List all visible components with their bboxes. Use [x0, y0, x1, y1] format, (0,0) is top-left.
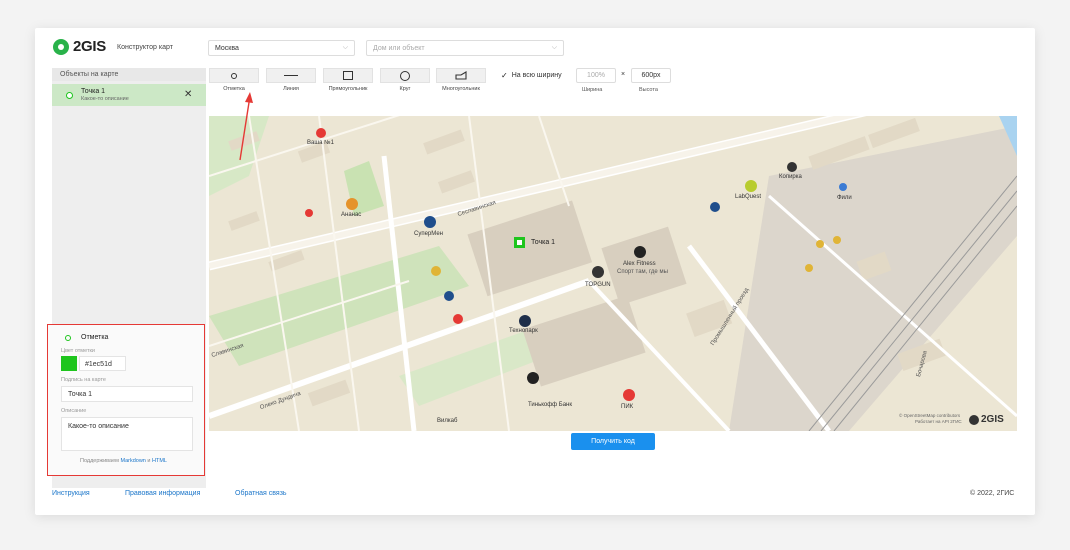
tool-marker-button[interactable]	[209, 68, 259, 83]
width-label: Ширина	[582, 87, 603, 93]
footer-link-instructions[interactable]: Инструкция	[52, 490, 90, 497]
markdown-support-note: Поддерживаем Markdown и HTML	[80, 458, 167, 464]
city-select[interactable]: Москва ⌵	[208, 40, 355, 56]
poi-label[interactable]: СуперМен	[414, 231, 443, 237]
times-sign: ×	[621, 71, 626, 78]
polygon-icon	[455, 71, 467, 80]
map-canvas	[209, 116, 1017, 431]
poi-label[interactable]: ПИК	[621, 404, 633, 410]
poi-label[interactable]: Тинькофф Банк	[528, 402, 572, 408]
poi-label[interactable]: Ваша №1	[307, 140, 334, 146]
logo[interactable]: 2GIS	[53, 38, 106, 55]
logo-text: 2GIS	[73, 38, 106, 55]
app-card: 2GIS Конструктор карт Москва ⌵ Дом или о…	[35, 28, 1035, 515]
poi-label[interactable]: TOPGUN	[585, 282, 611, 288]
tool-circle-label: Круг	[399, 86, 411, 92]
search-placeholder: Дом или объект	[373, 44, 425, 52]
sidebar-item-point[interactable]: Точка 1 Какое-то описание ✕	[52, 84, 206, 106]
map-attribution[interactable]: © OpenStreetMap contributors	[899, 413, 960, 418]
tool-rectangle-label: Прямоугольник	[328, 86, 368, 92]
tool-line-label: Линия	[283, 86, 299, 92]
description-textarea[interactable]: Какое-то описание	[61, 417, 193, 451]
width-input[interactable]: 100%	[576, 68, 616, 83]
poi-label[interactable]: Технопарк	[509, 328, 538, 334]
map-2gis-logo: 2GIS	[981, 414, 1004, 425]
circle-icon	[400, 70, 410, 81]
panel-type-label: Отметка	[81, 334, 109, 341]
poi-label[interactable]: LabQuest	[735, 194, 761, 200]
poi-label[interactable]: Фили	[837, 195, 852, 201]
height-input[interactable]: 600px	[631, 68, 671, 83]
search-input[interactable]: Дом или объект ⌵	[366, 40, 564, 56]
support-prefix: Поддерживаем	[80, 458, 119, 464]
tool-polygon-button[interactable]	[436, 68, 486, 83]
caption-input[interactable]: Точка 1	[61, 386, 193, 402]
color-swatch[interactable]	[61, 356, 77, 371]
get-code-button[interactable]: Получить код	[571, 433, 655, 450]
poi-label[interactable]: Копирка	[779, 174, 802, 180]
tool-rectangle-button[interactable]	[323, 68, 373, 83]
poi-label[interactable]: Спорт там, где мы	[617, 269, 668, 275]
square-icon	[343, 71, 353, 80]
2gis-logo-icon	[53, 38, 69, 55]
chevron-down-icon: ⌵	[551, 44, 557, 51]
poi-label-point-1[interactable]: Точка 1	[531, 239, 555, 246]
map-attribution-api[interactable]: Работает на API 2ГИС	[915, 419, 962, 424]
tool-line-button[interactable]	[266, 68, 316, 83]
item-title: Точка 1	[81, 88, 106, 95]
city-value: Москва	[215, 44, 239, 52]
app-subtitle: Конструктор карт	[117, 44, 173, 51]
html-link[interactable]: HTML	[152, 458, 167, 464]
check-icon: ✓	[501, 71, 508, 80]
full-width-checkbox[interactable]: ✓ На всю ширину	[501, 71, 562, 80]
poi-label[interactable]: Вилкаб	[437, 418, 457, 424]
full-width-label: На всю ширину	[511, 72, 562, 79]
marker-icon	[66, 92, 73, 99]
copyright: © 2022, 2ГИС	[970, 490, 1015, 497]
circle-dot-icon	[231, 72, 237, 79]
map-view[interactable]: Ваша №1 Ананас СуперМен Точка 1 Alex Fit…	[209, 116, 1017, 431]
marker-icon	[65, 335, 71, 341]
description-label: Описание	[61, 408, 87, 414]
tool-circle-button[interactable]	[380, 68, 430, 83]
color-input[interactable]: #1ec51d	[79, 356, 126, 371]
caption-label: Подпись на карте	[61, 377, 106, 383]
close-icon[interactable]: ✕	[184, 89, 192, 100]
height-label: Высота	[639, 87, 658, 93]
poi-label[interactable]: Alex Fitness	[623, 261, 656, 267]
footer-link-legal[interactable]: Правовая информация	[125, 490, 200, 497]
footer-link-feedback[interactable]: Обратная связь	[235, 490, 287, 497]
support-and: и	[147, 458, 151, 464]
marker-properties-panel: Отметка Цвет отметки #1ec51d Подпись на …	[47, 324, 205, 476]
markdown-link[interactable]: Markdown	[120, 458, 145, 464]
sidebar-title: Объекты на карте	[52, 68, 206, 81]
color-label: Цвет отметки	[61, 348, 95, 354]
poi-label[interactable]: Ананас	[341, 212, 361, 218]
chevron-down-icon: ⌵	[342, 44, 348, 51]
annotation-arrow-icon	[239, 92, 253, 161]
line-icon	[284, 75, 298, 76]
tool-polygon-label: Многоугольник	[442, 86, 480, 92]
item-description: Какое-то описание	[81, 96, 129, 102]
